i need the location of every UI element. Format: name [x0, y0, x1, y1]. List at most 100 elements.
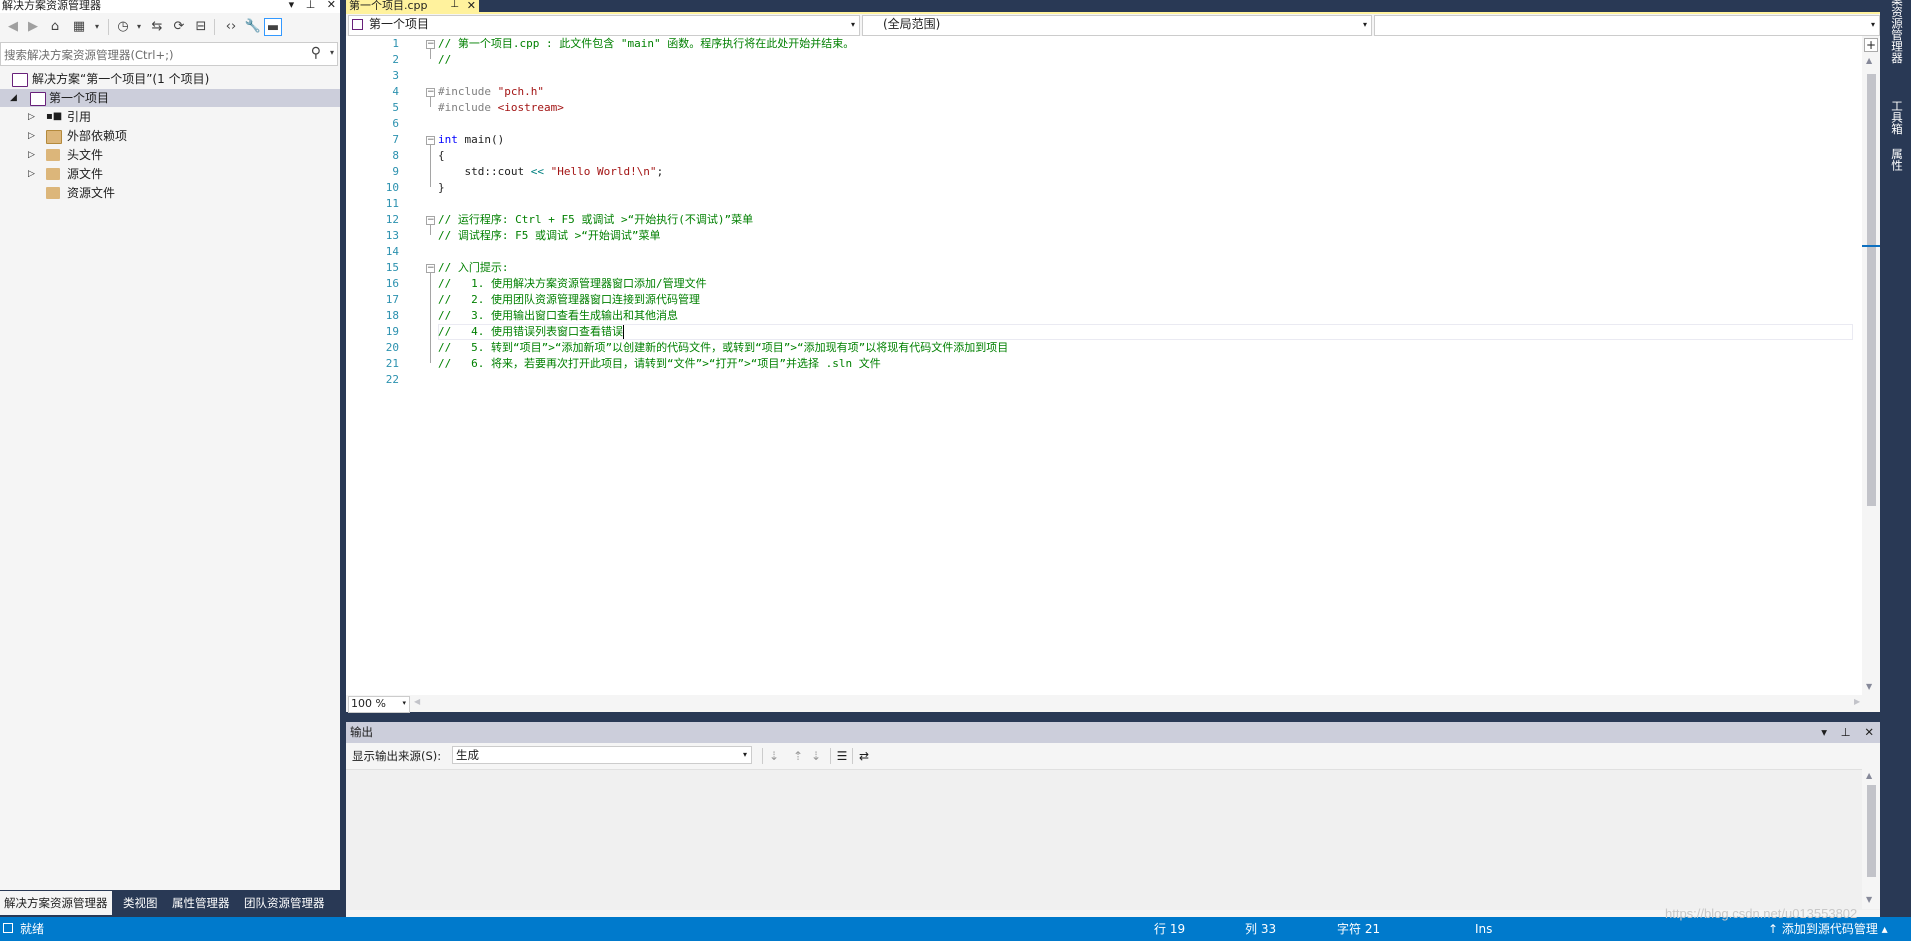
code-line-include[interactable]: #include "pch.h": [438, 84, 544, 100]
zoom-level-dropdown[interactable]: 100 % ▾: [348, 696, 410, 713]
code-line-include[interactable]: #include <iostream>: [438, 100, 564, 116]
tree-item-project[interactable]: ◢ 第一个项目: [0, 89, 340, 107]
solution-explorer-search-input[interactable]: 搜索解决方案资源管理器(Ctrl+;) ⚲ ▾: [0, 42, 338, 66]
collapse-region-icon[interactable]: −: [426, 136, 435, 145]
switch-views-icon[interactable]: ▦: [70, 18, 88, 36]
outline-guide: [430, 225, 431, 235]
toggle-word-wrap-icon[interactable]: ⇄: [856, 748, 872, 764]
code-line[interactable]: // 1. 使用解决方案资源管理器窗口添加/管理文件: [438, 276, 707, 292]
chevron-down-icon[interactable]: ▾: [1363, 16, 1367, 33]
view-code-icon[interactable]: ‹›: [222, 18, 240, 36]
code-line[interactable]: // 入门提示:: [438, 260, 509, 276]
output-vertical-scrollbar[interactable]: ▲ ▼: [1862, 769, 1880, 909]
switch-views-dropdown-icon[interactable]: ▾: [88, 18, 106, 36]
collapse-all-icon[interactable]: ⊟: [192, 18, 210, 36]
output-window-icon[interactable]: [3, 923, 13, 933]
scroll-up-arrow-icon[interactable]: ▲: [1866, 56, 1872, 65]
tab-class-view[interactable]: 类视图: [119, 893, 162, 913]
tree-item-external-dependencies[interactable]: ▷ 外部依赖项: [0, 127, 340, 145]
scope-dropdown[interactable]: (全局范围) ▾: [862, 15, 1372, 36]
tree-item-references[interactable]: ▷ ▪■ 引用: [0, 108, 340, 126]
scrollbar-thumb[interactable]: [1867, 785, 1876, 877]
search-options-dropdown-icon[interactable]: ▾: [330, 48, 334, 57]
tab-team-explorer[interactable]: 团队资源管理器: [240, 893, 329, 913]
code-line[interactable]: // 第一个项目.cpp : 此文件包含 "main" 函数。程序执行将在此处开…: [438, 36, 854, 52]
chevron-down-icon[interactable]: ▾: [1871, 16, 1875, 33]
close-icon[interactable]: ✕: [1864, 725, 1874, 739]
back-icon[interactable]: ◀: [4, 18, 22, 36]
chevron-down-icon[interactable]: ▾: [743, 747, 747, 763]
code-line[interactable]: // 运行程序: Ctrl + F5 或调试 >“开始执行(不调试)”菜单: [438, 212, 753, 228]
tree-item-source-files[interactable]: ▷ 源文件: [0, 165, 340, 183]
preview-selected-items-icon[interactable]: ▬: [264, 18, 282, 36]
editor-vertical-scrollbar[interactable]: + ▲ ▼: [1862, 36, 1880, 695]
properties-wrench-icon[interactable]: 🔧: [244, 18, 262, 36]
status-line[interactable]: 行 19: [1154, 917, 1185, 941]
output-text-area[interactable]: [346, 769, 1880, 910]
find-message-in-code-icon[interactable]: ⇣: [766, 748, 782, 764]
close-tab-icon[interactable]: ✕: [467, 0, 476, 11]
close-icon[interactable]: ✕: [327, 0, 336, 11]
code-line-cout[interactable]: std::cout << "Hello World!\n";: [438, 164, 663, 180]
code-line[interactable]: // 4. 使用错误列表窗口查看错误: [438, 324, 623, 340]
rail-tab-solution-explorer[interactable]: 解决方案资源管理器: [1889, 0, 1905, 64]
code-line[interactable]: // 6. 将来，若要再次打开此项目，请转到“文件”>“打开”>“项目”并选择 …: [438, 356, 881, 372]
refresh-icon[interactable]: ⟳: [170, 18, 188, 36]
pin-icon[interactable]: ⊥: [450, 0, 459, 10]
tab-document-cpp[interactable]: 第一个项目.cpp ⊥ ✕: [346, 0, 479, 12]
tree-item-header-files[interactable]: ▷ 头文件: [0, 146, 340, 164]
collapsed-arrow-icon[interactable]: ▷: [28, 127, 35, 145]
output-source-dropdown[interactable]: 生成 ▾: [452, 746, 752, 764]
home-icon[interactable]: ⌂: [46, 18, 64, 36]
tab-property-manager[interactable]: 属性管理器: [168, 893, 234, 913]
tab-solution-explorer[interactable]: 解决方案资源管理器: [0, 891, 112, 915]
chevron-down-icon[interactable]: ▾: [402, 697, 406, 710]
code-line[interactable]: {: [438, 148, 445, 164]
collapsed-arrow-icon[interactable]: ▷: [28, 146, 35, 164]
code-line[interactable]: // 3. 使用输出窗口查看生成输出和其他消息: [438, 308, 678, 324]
rail-tab-properties[interactable]: 属性: [1889, 148, 1905, 171]
project-dropdown[interactable]: 第一个项目 ▾: [348, 15, 860, 36]
collapse-region-icon[interactable]: −: [426, 88, 435, 97]
code-line[interactable]: //: [438, 52, 451, 68]
status-char[interactable]: 字符 21: [1337, 917, 1380, 941]
scroll-right-arrow-icon[interactable]: ▶: [1854, 697, 1860, 706]
pin-icon[interactable]: ⊥: [1841, 725, 1851, 739]
scroll-down-arrow-icon[interactable]: ▼: [1866, 682, 1872, 691]
window-position-dropdown-icon[interactable]: ▾: [289, 0, 295, 11]
pin-icon[interactable]: ⊥: [306, 0, 316, 11]
window-position-dropdown-icon[interactable]: ▾: [1821, 725, 1827, 739]
tree-item-resource-files[interactable]: 资源文件: [0, 184, 340, 202]
code-line-main[interactable]: int main(): [438, 132, 504, 148]
expanded-arrow-icon[interactable]: ◢: [10, 89, 17, 107]
collapse-region-icon[interactable]: −: [426, 264, 435, 273]
tree-item-solution[interactable]: 解决方案“第一个项目”(1 个项目): [0, 70, 340, 88]
code-editor[interactable]: 1 2 3 4 5 6 7 8 9 10 11 12 13 14 15 16 1…: [346, 36, 1862, 695]
code-line[interactable]: // 2. 使用团队资源管理器窗口连接到源代码管理: [438, 292, 700, 308]
scrollbar-thumb[interactable]: [1867, 74, 1876, 506]
scroll-left-arrow-icon[interactable]: ◀: [414, 697, 420, 706]
scroll-down-arrow-icon[interactable]: ▼: [1866, 895, 1872, 904]
tree-item-label: 头文件: [67, 148, 104, 162]
scroll-up-arrow-icon[interactable]: ▲: [1866, 771, 1872, 780]
collapsed-arrow-icon[interactable]: ▷: [28, 165, 35, 183]
collapsed-arrow-icon[interactable]: ▷: [28, 108, 35, 126]
collapse-region-icon[interactable]: −: [426, 216, 435, 225]
rail-tab-toolbox[interactable]: 工具箱: [1889, 100, 1905, 135]
collapse-region-icon[interactable]: −: [426, 40, 435, 49]
chevron-down-icon[interactable]: ▾: [851, 16, 855, 33]
code-line[interactable]: }: [438, 180, 445, 196]
search-icon[interactable]: ⚲: [311, 45, 321, 61]
go-to-previous-message-icon[interactable]: ⇡: [790, 748, 806, 764]
code-line[interactable]: // 调试程序: F5 或调试 >“开始调试”菜单: [438, 228, 660, 244]
status-column[interactable]: 列 33: [1245, 917, 1276, 941]
code-line[interactable]: // 5. 转到“项目”>“添加新项”以创建新的代码文件，或转到“项目”>“添加…: [438, 340, 1008, 356]
member-dropdown[interactable]: ▾: [1374, 15, 1880, 36]
forward-icon[interactable]: ▶: [24, 18, 42, 36]
clear-all-icon[interactable]: ☰: [834, 748, 850, 764]
sync-with-active-document-icon[interactable]: ⇆: [148, 18, 166, 36]
split-window-icon[interactable]: +: [1864, 38, 1878, 52]
go-to-next-message-icon[interactable]: ⇣: [808, 748, 824, 764]
filter-dropdown-icon[interactable]: ▾: [130, 18, 148, 36]
status-insert-mode[interactable]: Ins: [1475, 917, 1492, 941]
